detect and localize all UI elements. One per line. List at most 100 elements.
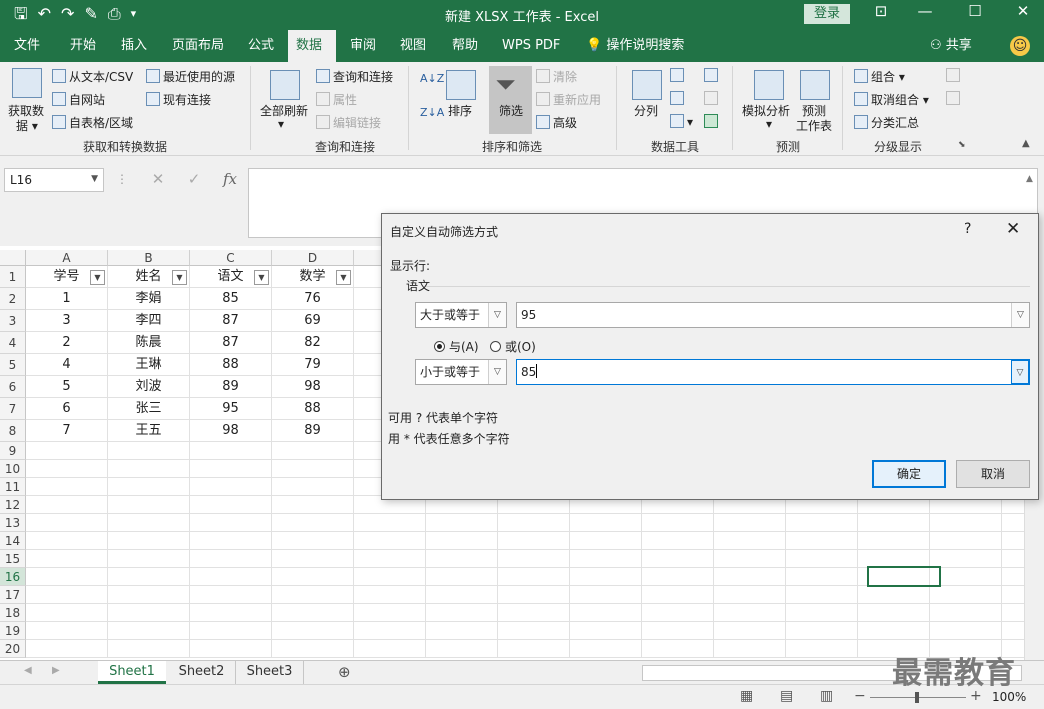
grid-cell[interactable] (26, 460, 108, 478)
condition-2-operator-select[interactable]: 小于或等于 ▽ (415, 359, 507, 385)
grid-cell[interactable] (190, 514, 272, 532)
grid-cell[interactable] (272, 496, 354, 514)
grid-cell[interactable] (570, 514, 642, 532)
minimize-icon[interactable]: — (910, 2, 940, 20)
data-cell[interactable]: 王五 (108, 420, 190, 442)
row-header[interactable]: 4 (0, 332, 26, 354)
row-header[interactable]: 7 (0, 398, 26, 420)
grid-cell[interactable] (108, 622, 190, 640)
grid-cell[interactable] (26, 478, 108, 496)
row-header[interactable]: 6 (0, 376, 26, 398)
grid-cell[interactable] (190, 478, 272, 496)
column-header-b[interactable]: B (108, 250, 190, 266)
existing-connections-button[interactable]: 现有连接 (146, 91, 211, 108)
grid-cell[interactable] (272, 478, 354, 496)
reapply-button[interactable]: 重新应用 (536, 91, 601, 108)
row-header[interactable]: 17 (0, 586, 26, 604)
grid-cell[interactable] (354, 622, 426, 640)
data-cell[interactable]: 98 (190, 420, 272, 442)
grid-cell[interactable] (714, 532, 786, 550)
row-header[interactable]: 3 (0, 310, 26, 332)
zoom-out-icon[interactable]: − (854, 688, 866, 704)
page-break-view-icon[interactable]: ▥ (820, 688, 833, 704)
ungroup-button[interactable]: 取消组合 ▾ (854, 91, 929, 108)
grid-cell[interactable] (108, 496, 190, 514)
grid-cell[interactable] (108, 514, 190, 532)
sheet-tab-sheet3[interactable]: Sheet3 (236, 661, 304, 684)
data-validation-icon[interactable]: ▾ (670, 114, 693, 129)
row-header[interactable]: 16 (0, 568, 26, 586)
text-to-columns-button[interactable]: 分列 (634, 102, 658, 119)
row-header[interactable]: 11 (0, 478, 26, 496)
grid-cell[interactable] (570, 532, 642, 550)
grid-cell[interactable] (272, 568, 354, 586)
share-button[interactable]: ⚇ 共享 (922, 30, 980, 62)
grid-cell[interactable] (26, 640, 108, 658)
select-all-corner[interactable] (0, 250, 26, 266)
data-cell[interactable]: 69 (272, 310, 354, 332)
grid-cell[interactable] (714, 514, 786, 532)
grid-cell[interactable] (786, 514, 858, 532)
grid-cell[interactable] (498, 604, 570, 622)
close-window-icon[interactable]: ✕ (1008, 2, 1038, 20)
tab-review[interactable]: 审阅 (342, 30, 384, 62)
grid-cell[interactable] (26, 532, 108, 550)
tab-file[interactable]: 文件 (6, 30, 48, 62)
from-table-button[interactable]: 自表格/区域 (52, 114, 133, 131)
grid-cell[interactable] (426, 568, 498, 586)
grid-cell[interactable] (190, 604, 272, 622)
grid-cell[interactable] (930, 532, 1002, 550)
group-button[interactable]: 组合 ▾ (854, 68, 905, 85)
row-header[interactable]: 12 (0, 496, 26, 514)
grid-cell[interactable] (930, 622, 1002, 640)
grid-cell[interactable] (642, 568, 714, 586)
confirm-entry-icon[interactable]: ✓ (176, 170, 212, 188)
grid-cell[interactable] (858, 586, 930, 604)
name-box-dropdown-icon[interactable]: ▼ (91, 174, 98, 184)
grid-cell[interactable] (108, 532, 190, 550)
grid-cell[interactable] (272, 640, 354, 658)
sort-ascending-icon[interactable]: A↓Z (420, 72, 444, 85)
consolidate-icon[interactable] (704, 68, 721, 83)
grid-cell[interactable] (570, 604, 642, 622)
zoom-slider-thumb[interactable] (915, 692, 919, 703)
grid-cell[interactable] (190, 496, 272, 514)
grid-cell[interactable] (714, 604, 786, 622)
data-cell[interactable]: 87 (190, 332, 272, 354)
grid-cell[interactable] (786, 586, 858, 604)
grid-cell[interactable] (786, 640, 858, 658)
from-web-button[interactable]: 自网站 (52, 91, 105, 108)
properties-button[interactable]: 属性 (316, 91, 357, 108)
column-header-d[interactable]: D (272, 250, 354, 266)
grid-cell[interactable] (858, 514, 930, 532)
grid-cell[interactable] (498, 586, 570, 604)
filter-dropdown-icon[interactable]: ▼ (172, 270, 187, 285)
grid-cell[interactable] (272, 460, 354, 478)
data-cell[interactable]: 89 (272, 420, 354, 442)
row-header[interactable]: 1 (0, 266, 26, 288)
ribbon-display-icon[interactable]: ⊡ (866, 2, 896, 20)
tab-view[interactable]: 视图 (392, 30, 434, 62)
data-cell[interactable]: 1 (26, 288, 108, 310)
data-cell[interactable]: 6 (26, 398, 108, 420)
grid-cell[interactable] (642, 640, 714, 658)
grid-cell[interactable] (498, 622, 570, 640)
grid-cell[interactable] (930, 586, 1002, 604)
grid-cell[interactable] (108, 460, 190, 478)
grid-cell[interactable] (190, 532, 272, 550)
data-cell[interactable]: 陈晨 (108, 332, 190, 354)
dialog-launcher-icon[interactable]: ⬊ (958, 140, 966, 150)
page-layout-view-icon[interactable]: ▤ (780, 688, 793, 704)
grid-cell[interactable] (786, 532, 858, 550)
scroll-sheets-left-icon[interactable]: ◀ (24, 665, 32, 676)
grid-cell[interactable] (190, 550, 272, 568)
row-header[interactable]: 19 (0, 622, 26, 640)
sort-button[interactable]: 排序 (448, 102, 472, 119)
active-cell-l16[interactable] (867, 566, 941, 587)
add-sheet-icon[interactable]: ⊕ (338, 663, 351, 681)
grid-cell[interactable] (26, 550, 108, 568)
cancel-button[interactable]: 取消 (956, 460, 1030, 488)
data-cell[interactable]: 张三 (108, 398, 190, 420)
grid-cell[interactable] (570, 586, 642, 604)
ok-button[interactable]: 确定 (872, 460, 946, 488)
